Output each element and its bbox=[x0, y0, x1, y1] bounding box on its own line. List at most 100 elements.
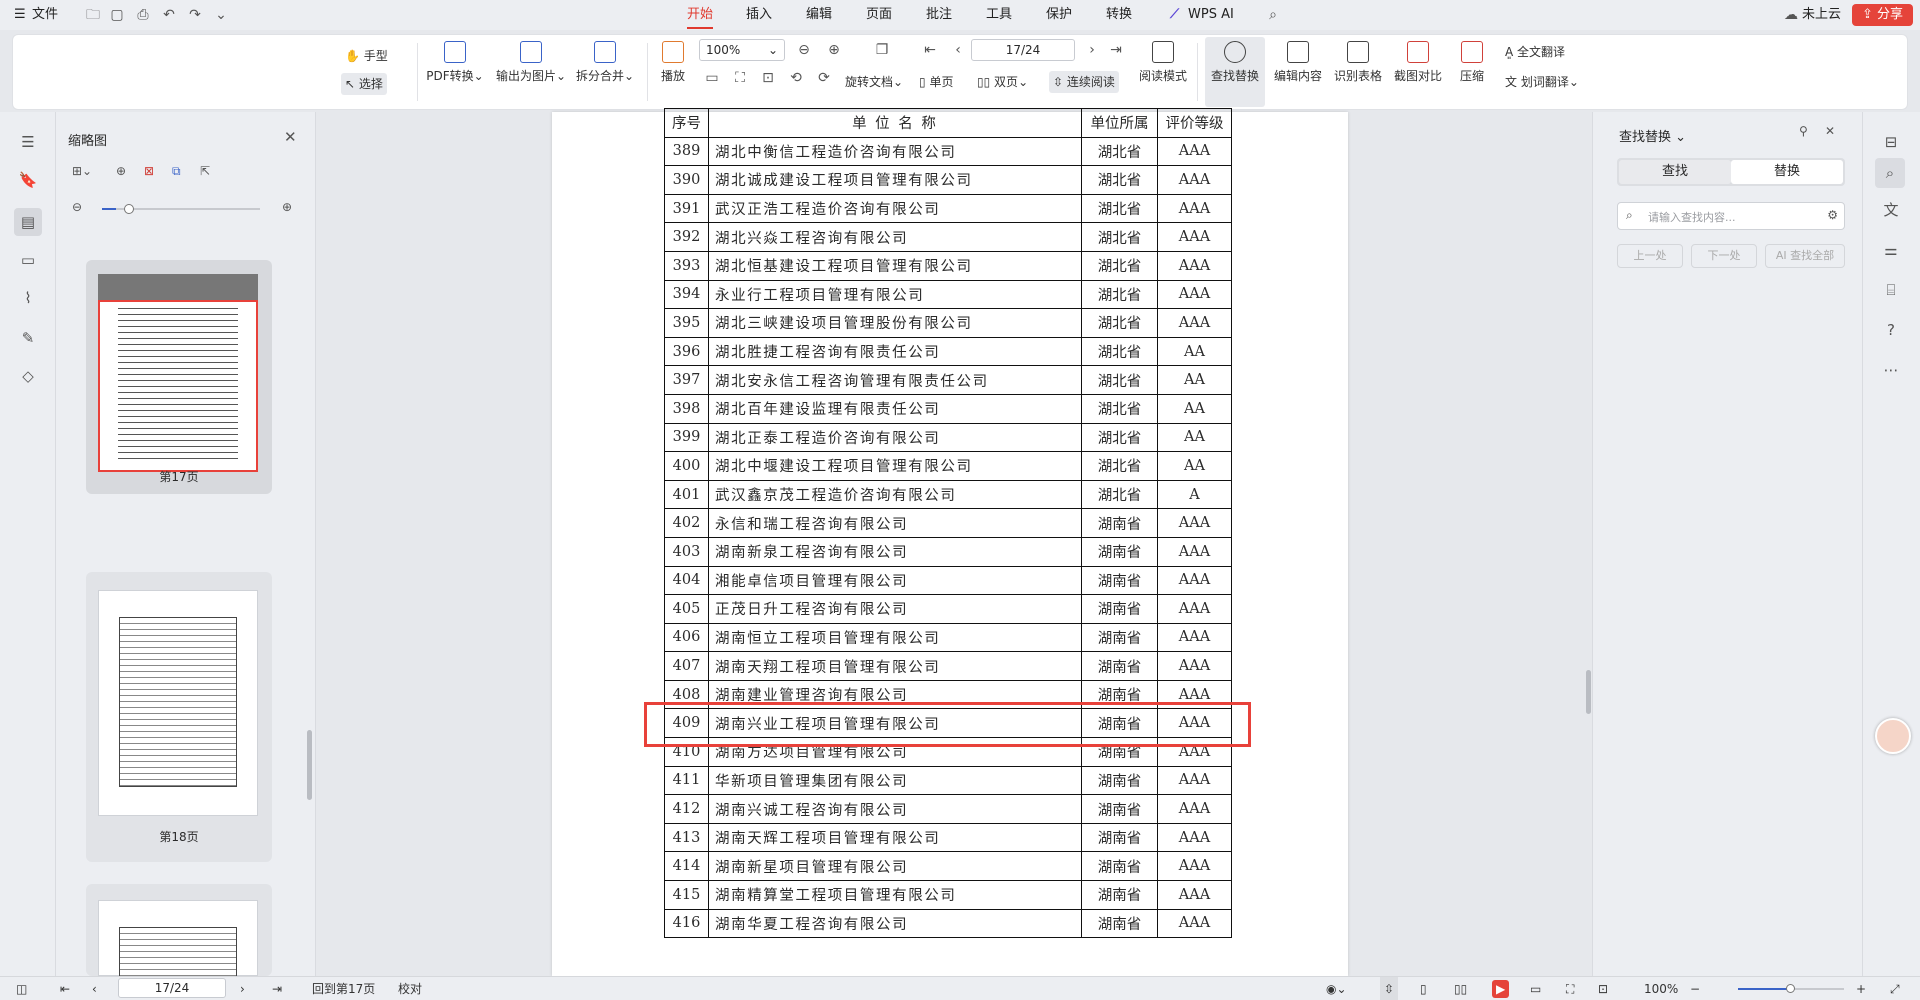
prev-page-icon[interactable]: ‹ bbox=[949, 41, 967, 59]
close-icon[interactable]: ✕ bbox=[284, 128, 297, 146]
zoom-out-icon[interactable]: ⊖ bbox=[72, 200, 82, 214]
comment-icon[interactable]: ▭ bbox=[18, 250, 38, 270]
signature-icon[interactable]: ✎ bbox=[18, 328, 38, 348]
chevron-down-icon[interactable]: ⌄ bbox=[212, 6, 230, 24]
cloud-status[interactable]: 未上云 bbox=[1802, 0, 1841, 30]
undo-icon[interactable]: ↶ bbox=[160, 6, 178, 24]
tab-insert[interactable]: 插入 bbox=[746, 0, 772, 30]
last-page-icon[interactable]: ⇥ bbox=[272, 977, 282, 1000]
translate-icon[interactable]: 文 bbox=[1881, 200, 1901, 220]
select-tool-button[interactable]: ↖ 选择 bbox=[341, 73, 387, 95]
extract-page-icon[interactable]: ⇱ bbox=[200, 164, 210, 178]
prev-match-button[interactable]: 上一处 bbox=[1617, 244, 1683, 268]
zoom-in-icon[interactable]: + bbox=[1856, 977, 1866, 1000]
collapse-icon[interactable]: ⊟ bbox=[1881, 132, 1901, 152]
help-icon[interactable]: ? bbox=[1881, 320, 1901, 340]
zoom-select[interactable]: 100% ⌄ bbox=[699, 39, 785, 61]
assistant-avatar[interactable] bbox=[1875, 718, 1911, 754]
edit-content-button[interactable]: 编辑内容 bbox=[1269, 41, 1327, 84]
outline-icon[interactable]: ☰ bbox=[18, 132, 38, 152]
tab-find[interactable]: 查找 bbox=[1619, 160, 1731, 184]
zoom-out-icon[interactable]: − bbox=[1690, 977, 1700, 1000]
next-page-icon[interactable]: › bbox=[240, 977, 245, 1000]
read-mode-button[interactable]: 阅读模式 bbox=[1135, 41, 1191, 84]
compress-button[interactable]: 压缩 bbox=[1449, 41, 1495, 84]
fullscreen-icon[interactable]: ⤢ bbox=[1890, 977, 1900, 1000]
slider-handle[interactable] bbox=[124, 204, 134, 214]
double-page-view-icon[interactable]: ▯▯ bbox=[1454, 977, 1467, 1000]
attachment-icon[interactable]: ⌇ bbox=[18, 288, 38, 308]
export-image-button[interactable]: 输出为图片⌄ bbox=[491, 41, 571, 84]
search-input[interactable]: 请输入查找内容... bbox=[1648, 209, 1736, 225]
open-folder-icon[interactable]: 🗀 bbox=[84, 6, 102, 24]
search-box[interactable]: ⌕ 请输入查找内容... ⚙ bbox=[1617, 202, 1845, 230]
prev-page-icon[interactable]: ‹ bbox=[92, 977, 97, 1000]
document-scrollbar[interactable] bbox=[1586, 670, 1591, 714]
tab-wps-ai[interactable]: WPS AI bbox=[1188, 0, 1234, 30]
recognize-table-button[interactable]: 识别表格 bbox=[1329, 41, 1387, 84]
file-menu[interactable]: 文件 bbox=[32, 0, 58, 30]
delete-page-icon[interactable]: ⊠ bbox=[144, 164, 154, 178]
thumbnail-page-17[interactable]: 第17页 bbox=[86, 260, 272, 494]
single-page-view-icon[interactable]: ▯ bbox=[1420, 977, 1427, 1000]
document-search-icon[interactable]: ⌸ bbox=[1881, 280, 1901, 300]
double-page-button[interactable]: ▯▯ 双页⌄ bbox=[977, 71, 1028, 93]
rotate-right-icon[interactable]: ⟳ bbox=[815, 69, 833, 87]
sidebar-toggle-icon[interactable]: ◫ bbox=[16, 977, 27, 1000]
zoom-in-icon[interactable]: ⊕ bbox=[282, 200, 292, 214]
actual-size-icon[interactable]: ▭ bbox=[1530, 977, 1541, 1000]
settings-gear-icon[interactable]: ⚙ bbox=[1827, 208, 1838, 222]
first-page-icon[interactable]: ⇤ bbox=[921, 41, 939, 59]
zoom-in-icon[interactable]: ⊕ bbox=[825, 41, 843, 59]
tab-tools[interactable]: 工具 bbox=[986, 0, 1012, 30]
save-icon[interactable]: ▢ bbox=[108, 6, 126, 24]
layers-icon[interactable]: ◇ bbox=[18, 366, 38, 386]
bookmark-icon[interactable]: 🔖 bbox=[18, 170, 38, 190]
rotate-document-button[interactable]: 旋转文档⌄ bbox=[845, 71, 903, 93]
tab-page[interactable]: 页面 bbox=[866, 0, 892, 30]
eye-icon[interactable]: ◉⌄ bbox=[1326, 977, 1347, 1000]
first-page-icon[interactable]: ⇤ bbox=[60, 977, 70, 1000]
continuous-read-button[interactable]: ⇳ 连续阅读 bbox=[1049, 71, 1119, 93]
ai-find-all-button[interactable]: AI 查找全部 bbox=[1765, 244, 1845, 268]
split-merge-button[interactable]: 拆分合并⌄ bbox=[569, 41, 641, 84]
pin-icon[interactable]: ⚲ bbox=[1799, 124, 1808, 138]
fit-page-icon[interactable]: ⛶ bbox=[1566, 977, 1574, 1000]
word-translate-button[interactable]: 文 划词翻译⌄ bbox=[1505, 71, 1579, 93]
tab-convert[interactable]: 转换 bbox=[1106, 0, 1132, 30]
next-match-button[interactable]: 下一处 bbox=[1691, 244, 1757, 268]
status-zoom-value[interactable]: 100% bbox=[1644, 977, 1678, 1000]
back-to-page-link[interactable]: 回到第17页 bbox=[312, 977, 375, 1000]
thumbnail-scrollbar[interactable] bbox=[307, 730, 312, 800]
hand-tool-button[interactable]: ✋ 手型 bbox=[345, 45, 388, 67]
fit-width-icon[interactable]: ⊡ bbox=[1598, 977, 1608, 1000]
pdf-convert-button[interactable]: PDF转换⌄ bbox=[417, 41, 493, 84]
wps-ai-icon[interactable]: ⟋ bbox=[1170, 0, 1179, 30]
find-panel-title[interactable]: 查找替换 ⌄ bbox=[1619, 126, 1686, 145]
play-icon[interactable]: ▶ bbox=[1492, 980, 1510, 998]
tab-comment[interactable]: 批注 bbox=[926, 0, 952, 30]
full-translate-button[interactable]: A͈ 全文翻译 bbox=[1505, 41, 1565, 63]
hamburger-menu-icon[interactable]: ☰ bbox=[14, 0, 26, 30]
proofread-button[interactable]: 校对 bbox=[398, 977, 422, 1000]
share-button[interactable]: ⇪ 分享 bbox=[1852, 4, 1914, 26]
print-icon[interactable]: ⎙ bbox=[134, 6, 152, 24]
thumbnail-page-18[interactable]: 第18页 bbox=[86, 572, 272, 862]
tab-edit[interactable]: 编辑 bbox=[806, 0, 832, 30]
zoom-out-icon[interactable]: ⊖ bbox=[795, 41, 813, 59]
page-number-input[interactable]: 17/24 bbox=[971, 39, 1075, 61]
screenshot-compare-button[interactable]: 截图对比 bbox=[1389, 41, 1447, 84]
pages-icon[interactable]: ❐ bbox=[873, 41, 891, 59]
continuous-view-icon[interactable]: ⇳ bbox=[1380, 977, 1399, 1000]
play-button[interactable]: 播放 bbox=[653, 41, 693, 84]
zoom-slider-handle[interactable] bbox=[1786, 984, 1795, 993]
status-page-input[interactable]: 17/24 bbox=[118, 978, 226, 998]
add-page-icon[interactable]: ⊕ bbox=[116, 164, 126, 178]
find-replace-button[interactable]: 查找替换 bbox=[1205, 37, 1265, 107]
tab-protect[interactable]: 保护 bbox=[1046, 0, 1072, 30]
redo-icon[interactable]: ↷ bbox=[186, 6, 204, 24]
tab-start[interactable]: 开始 bbox=[687, 0, 713, 30]
tab-replace[interactable]: 替换 bbox=[1731, 160, 1843, 184]
single-page-button[interactable]: ▯ 单页 bbox=[919, 71, 953, 93]
actual-size-icon[interactable]: ▭ bbox=[703, 69, 721, 87]
